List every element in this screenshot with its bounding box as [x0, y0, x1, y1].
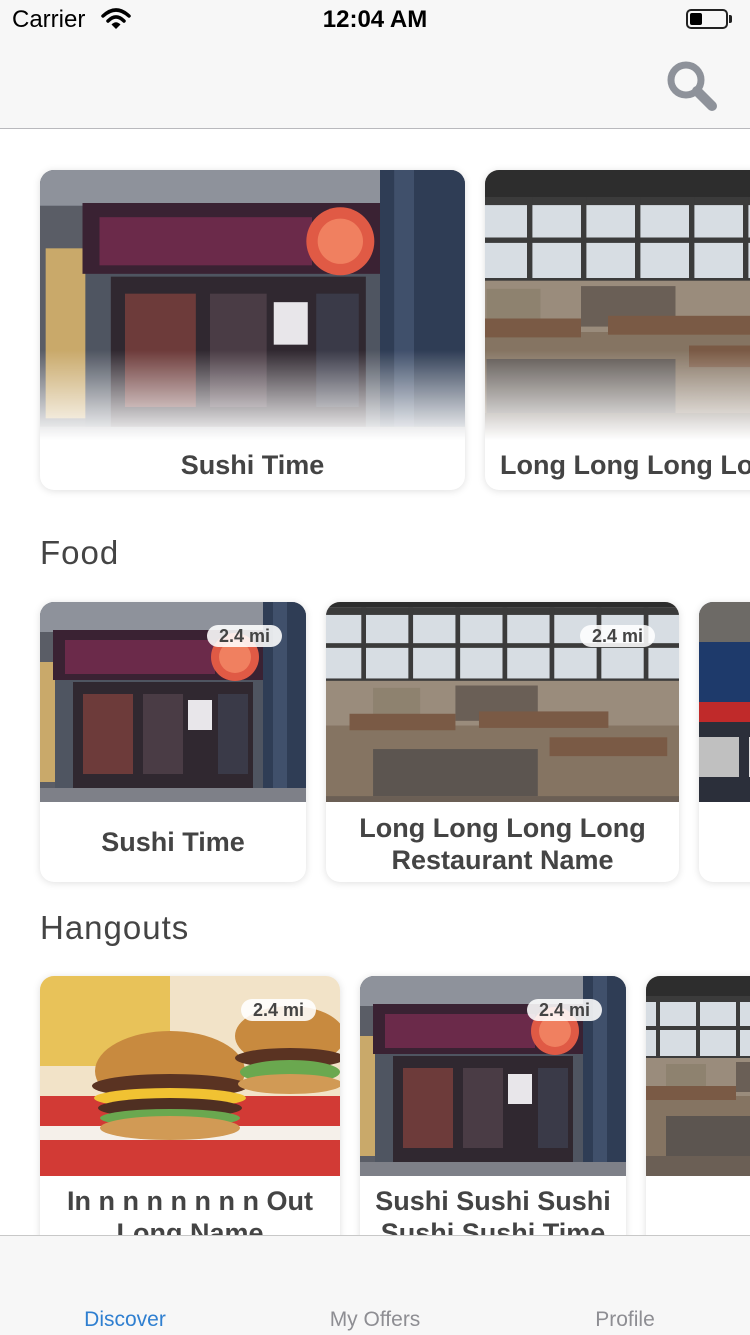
featured-photo: [40, 170, 465, 440]
featured-title: Long Long Long Long Restaurant Name: [500, 450, 750, 480]
section-title-hangouts: Hangouts: [40, 909, 190, 946]
section-title-food: Food: [40, 534, 120, 571]
discover-feed[interactable]: Sushi Time Long Long Long Long Restauran…: [0, 129, 750, 1235]
place-title: In n n n n n n n Out Long Name: [67, 1186, 313, 1235]
place-title: Sushi Sushi Sushi Sushi Sushi Time: [375, 1186, 611, 1235]
place-title: Sushi Time: [101, 827, 245, 857]
battery-level: [690, 13, 702, 25]
place-card[interactable]: 2.4 mi Long Long Long Long Restaurant Na…: [326, 602, 679, 882]
search-icon: [667, 61, 717, 111]
featured-photo: [485, 170, 750, 440]
clock: 12:04 AM: [322, 6, 428, 33]
place-card[interactable]: 2.4 mi In n n n n n n n Out Long Name: [40, 976, 340, 1235]
tab-bar: Discover My Offers Profile: [0, 1235, 750, 1335]
place-title: Long Long Long Long Restaurant Name: [359, 813, 646, 875]
distance-badge: 2.4 mi: [526, 999, 602, 1021]
featured-card[interactable]: Long Long Long Long Restaurant Name: [485, 170, 750, 490]
distance-badge: 2.4 mi: [579, 625, 655, 647]
battery-icon: [686, 9, 728, 29]
place-photo: [699, 602, 750, 802]
distance-badge: 2.4 mi: [240, 999, 316, 1021]
place-card[interactable]: [699, 602, 750, 882]
place-photo: [646, 976, 750, 1176]
search-button[interactable]: [660, 54, 724, 118]
place-card[interactable]: [646, 976, 750, 1235]
distance-badge: 2.4 mi: [206, 625, 282, 647]
status-bar: Carrier 12:04 AM: [0, 0, 750, 40]
nav-bar: [0, 40, 750, 129]
place-card[interactable]: 2.4 mi Sushi Sushi Sushi Sushi Sushi Tim…: [360, 976, 626, 1235]
tab-my-offers[interactable]: My Offers: [250, 1308, 500, 1332]
featured-title: Sushi Time: [180, 450, 325, 480]
place-card[interactable]: 2.4 mi Sushi Time: [40, 602, 306, 882]
featured-card[interactable]: Sushi Time: [40, 170, 465, 490]
tab-profile[interactable]: Profile: [500, 1308, 750, 1332]
battery-cap: [729, 15, 732, 23]
tab-discover[interactable]: Discover: [0, 1308, 250, 1332]
